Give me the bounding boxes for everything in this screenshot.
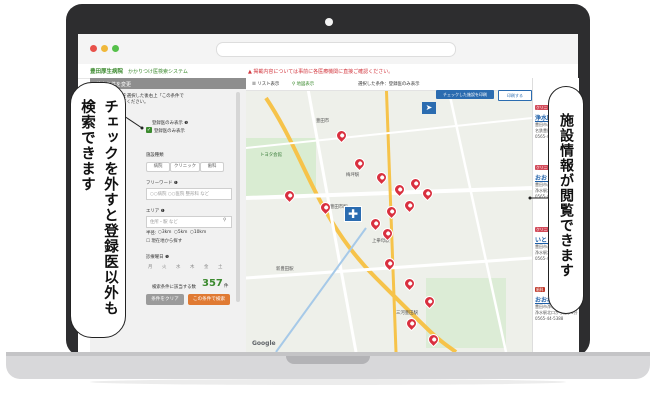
- left-callout: チェックを外すと登録医以外も検索できます: [70, 82, 126, 338]
- right-callout-text: 施設情報が閲覧できます: [558, 113, 574, 278]
- right-callout: 施設情報が閲覧できます: [548, 86, 584, 314]
- left-callout-text: チェックを外すと登録医以外も検索できます: [79, 99, 118, 316]
